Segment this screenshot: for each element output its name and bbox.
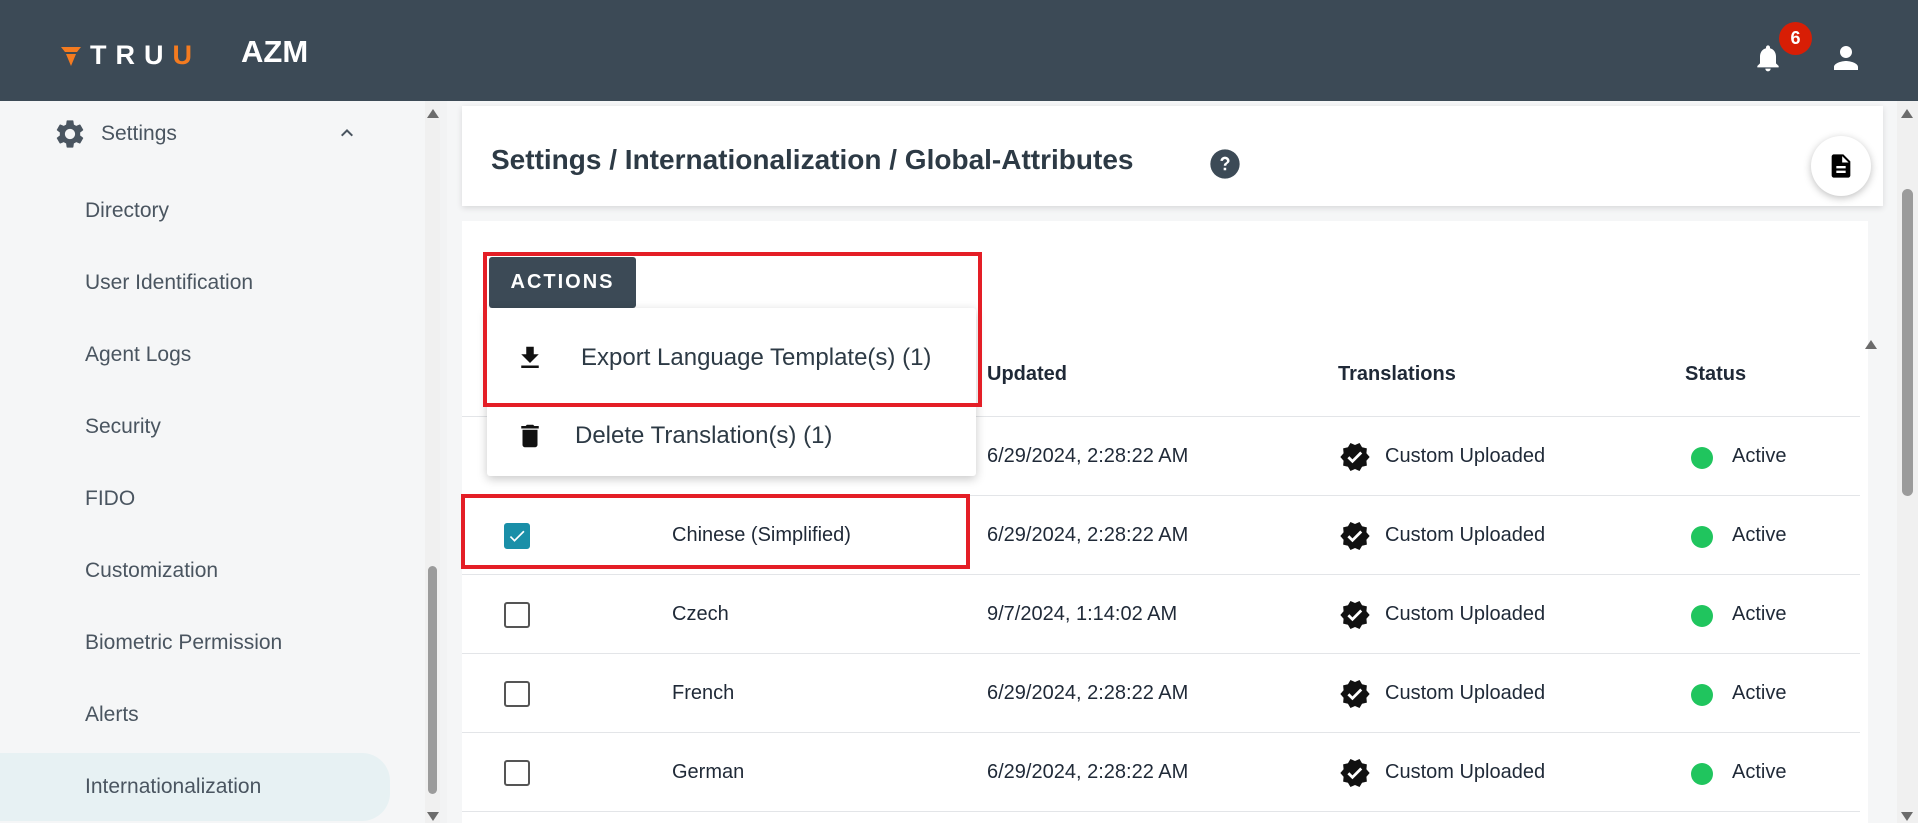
row-language: French [672, 682, 735, 704]
status-active-dot-icon [1691, 684, 1713, 706]
sidebar: Settings Directory User Identification A… [0, 101, 440, 823]
sidebar-scrollbar-thumb[interactable] [428, 566, 437, 794]
page-header: Settings / Internationalization / Global… [462, 106, 1883, 206]
row-translation: Custom Uploaded [1385, 445, 1546, 467]
sidebar-item-label: Internationalization [85, 775, 262, 798]
top-bar: TRUU AZM 6 [0, 0, 1918, 101]
row-translation: Custom Uploaded [1385, 603, 1546, 625]
document-icon [1831, 154, 1851, 178]
row-updated: 6/29/2024, 2:28:22 AM [987, 761, 1189, 783]
verified-badge-icon [1340, 601, 1370, 629]
row-language: German [672, 761, 745, 783]
row-updated: 6/29/2024, 2:28:22 AM [987, 524, 1189, 546]
table-row[interactable]: French 6/29/2024, 2:28:22 AM Custom Uplo… [462, 654, 1860, 733]
sidebar-item-label: Security [85, 415, 161, 438]
main-scrollbar[interactable] [1897, 101, 1918, 823]
sidebar-item-label: Biometric Permission [85, 631, 283, 654]
row-translation: Custom Uploaded [1385, 761, 1546, 783]
page-title: Settings / Internationalization / Global… [491, 144, 1134, 175]
scroll-up-arrow-icon[interactable] [427, 109, 439, 118]
sidebar-item-biometric-permission[interactable]: Biometric Permission [0, 615, 390, 671]
scroll-down-arrow-icon[interactable] [427, 812, 439, 821]
sidebar-item-label: Directory [85, 199, 170, 222]
row-checkbox[interactable] [504, 602, 530, 628]
sidebar-section-settings[interactable]: Settings [53, 116, 177, 152]
column-header-translations[interactable]: Translations [1338, 363, 1456, 386]
row-translation: Custom Uploaded [1385, 682, 1546, 704]
truu-logo[interactable]: TRUU [60, 40, 201, 71]
menu-item-delete-translations[interactable]: Delete Translation(s) (1) [487, 408, 976, 464]
sidebar-scrollbar[interactable] [425, 101, 440, 823]
scroll-up-arrow-icon[interactable] [1901, 109, 1913, 118]
row-status: Active [1732, 603, 1787, 625]
row-updated: 6/29/2024, 2:28:22 AM [987, 682, 1189, 704]
status-active-dot-icon [1691, 763, 1713, 785]
sidebar-section-label: Settings [101, 122, 177, 145]
sidebar-item-label: Customization [85, 559, 219, 582]
verified-badge-icon [1340, 680, 1370, 708]
documentation-button[interactable] [1811, 136, 1871, 196]
row-updated: 9/7/2024, 1:14:02 AM [987, 603, 1178, 625]
row-status: Active [1732, 445, 1787, 467]
truu-logo-icon [61, 46, 81, 66]
sidebar-item-agent-logs[interactable]: Agent Logs [0, 327, 390, 383]
column-header-updated[interactable]: Updated [987, 363, 1067, 386]
sidebar-item-security[interactable]: Security [0, 399, 390, 455]
logo-text: TRUU [90, 40, 201, 70]
highlight-box-actions [483, 252, 982, 407]
row-status: Active [1732, 682, 1787, 704]
highlight-box-selected-row [461, 494, 970, 569]
sidebar-item-label: FIDO [85, 487, 136, 510]
row-checkbox[interactable] [504, 760, 530, 786]
row-status: Active [1732, 524, 1787, 546]
table-row[interactable]: Czech 9/7/2024, 1:14:02 AM Custom Upload… [462, 575, 1860, 654]
verified-badge-icon [1340, 443, 1370, 471]
gear-icon [56, 120, 84, 148]
row-checkbox[interactable] [504, 681, 530, 707]
user-account-icon[interactable] [1828, 40, 1864, 76]
sidebar-item-internationalization[interactable]: Internationalization [0, 753, 390, 821]
status-active-dot-icon [1691, 605, 1713, 627]
table-row[interactable]: German 6/29/2024, 2:28:22 AM Custom Uplo… [462, 733, 1860, 812]
status-active-dot-icon [1691, 447, 1713, 469]
column-header-status[interactable]: Status [1685, 363, 1746, 386]
sidebar-item-label: Alerts [85, 703, 139, 726]
chevron-up-icon[interactable] [335, 121, 359, 145]
sidebar-item-fido[interactable]: FIDO [0, 471, 390, 527]
sidebar-item-label: User Identification [85, 271, 254, 294]
row-status: Active [1732, 761, 1787, 783]
app-name: AZM [241, 34, 309, 69]
trash-icon [521, 424, 539, 448]
verified-badge-icon [1340, 522, 1370, 550]
row-language: Czech [672, 603, 729, 625]
row-translation: Custom Uploaded [1385, 524, 1546, 546]
help-icon[interactable] [1209, 148, 1241, 180]
sidebar-item-label: Agent Logs [85, 343, 192, 366]
sidebar-item-alerts[interactable]: Alerts [0, 687, 390, 743]
verified-badge-icon [1340, 759, 1370, 787]
sidebar-item-user-identification[interactable]: User Identification [0, 255, 390, 311]
status-active-dot-icon [1691, 526, 1713, 548]
sidebar-item-customization[interactable]: Customization [0, 543, 390, 599]
notification-count-badge: 6 [1779, 22, 1812, 55]
main-scrollbar-thumb[interactable] [1902, 189, 1913, 496]
row-updated: 6/29/2024, 2:28:22 AM [987, 445, 1189, 467]
sidebar-item-directory[interactable]: Directory [0, 183, 390, 239]
notifications-bell-icon[interactable] [1752, 40, 1784, 76]
table-scroll-up-arrow-icon[interactable] [1865, 340, 1877, 349]
menu-item-label: Delete Translation(s) (1) [575, 422, 833, 449]
scroll-down-arrow-icon[interactable] [1901, 812, 1913, 821]
